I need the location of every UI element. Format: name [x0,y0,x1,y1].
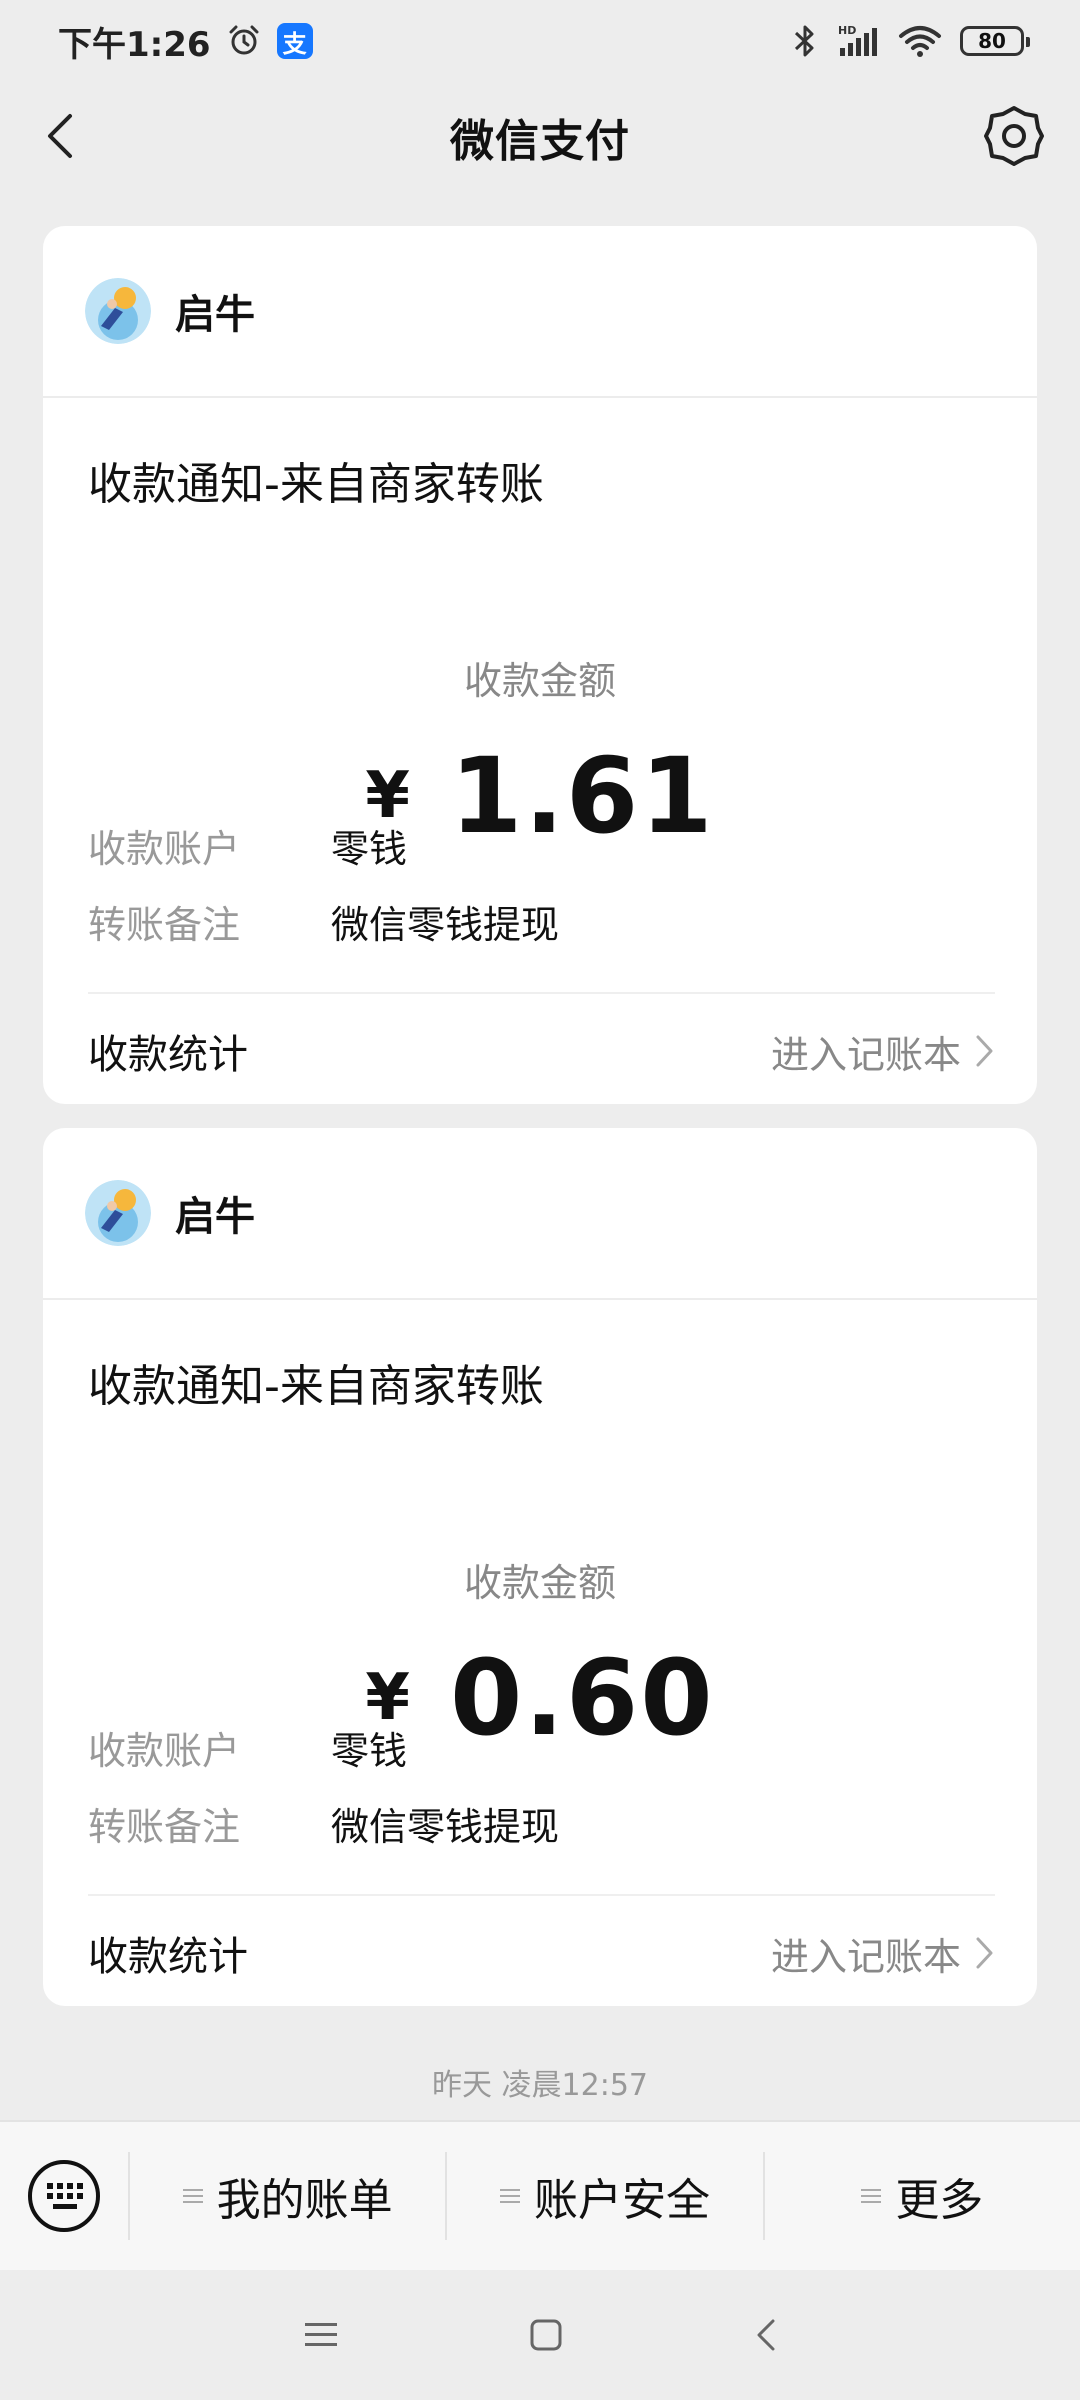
message-timestamp: 昨天 凌晨12:57 [432,2068,648,2103]
recents-icon[interactable] [303,2320,339,2350]
battery-icon: 80 [960,26,1030,56]
stats-row[interactable]: 收款统计 进入记账本 [88,996,995,1106]
remark-label: 转账备注 [88,903,241,947]
stats-row[interactable]: 收款统计 进入记账本 [88,1898,995,2008]
account-value: 零钱 [331,1729,408,1773]
svg-text:HD: HD [838,24,856,37]
account-value: 零钱 [331,827,408,871]
system-back-icon[interactable] [753,2317,777,2353]
account-label: 收款账户 [88,827,241,871]
account-label: 收款账户 [88,1729,241,1773]
ledger-link-label: 进入记账本 [770,1032,961,1077]
account-row: 收款账户 零钱 [88,818,407,873]
divider [88,1894,995,1896]
menu-lines-icon [499,2189,520,2203]
notice-title: 收款通知-来自商家转账 [88,1361,544,1412]
nav-bar: 微信支付 [0,82,1080,192]
stats-label: 收款统计 [88,1934,248,1980]
page-title: 微信支付 [450,116,630,167]
bluetooth-icon [794,25,814,57]
remark-row: 转账备注 微信零钱提现 [88,894,559,949]
alarm-icon [229,25,259,55]
notice-title: 收款通知-来自商家转账 [88,459,544,510]
menu-more-label: 更多 [895,2175,984,2226]
remark-value: 微信零钱提现 [331,1805,560,1849]
remark-label: 转账备注 [88,1805,241,1849]
chevron-right-icon [976,1937,993,1969]
ledger-link[interactable]: 进入记账本 [771,1926,995,1981]
sender-name: 启牛 [175,292,255,338]
back-icon[interactable] [32,106,92,166]
payment-notice-card: 启牛 收款通知-来自商家转账 收款金额 ¥ 0.60 收款账户 零钱 转账备注 … [43,1128,1037,2006]
system-navigation-bar [0,2270,1080,2400]
menu-my-bills-label: 我的账单 [216,2175,393,2226]
menu-lines-icon [182,2189,203,2203]
amount-label: 收款金额 [463,1561,616,1605]
bottom-menu: 我的账单 账户安全 更多 [0,2120,1080,2270]
ledger-link-label: 进入记账本 [770,1934,961,1979]
menu-more[interactable]: 更多 [765,2122,1080,2270]
status-right: HD 80 [792,24,1030,58]
status-left: 下午1:26 支 [58,17,313,66]
menu-lines-icon [861,2189,882,2203]
status-bar: 下午1:26 支 HD 80 [0,0,1080,82]
card-header[interactable]: 启牛 [43,1128,1037,1300]
account-row: 收款账户 零钱 [88,1720,407,1775]
gear-icon[interactable] [980,102,1048,170]
keyboard-icon [28,2160,100,2232]
menu-my-bills[interactable]: 我的账单 [130,2122,445,2270]
home-icon[interactable] [529,2318,563,2352]
sender-name: 启牛 [175,1194,255,1240]
remark-row: 转账备注 微信零钱提现 [88,1796,559,1851]
amount-value: 1.61 [449,735,715,857]
wifi-icon [899,26,941,57]
hd-signal-icon: HD [838,24,877,56]
merchant-avatar [85,1180,151,1246]
battery-level: 80 [978,29,1006,53]
card-header[interactable]: 启牛 [43,226,1037,398]
chevron-right-icon [976,1035,993,1067]
menu-account-security-label: 账户安全 [533,2175,710,2226]
keyboard-toggle-button[interactable] [0,2122,128,2270]
amount-label: 收款金额 [463,659,616,703]
amount-value: 0.60 [449,1637,715,1759]
divider [88,992,995,994]
alipay-icon: 支 [276,23,313,59]
remark-value: 微信零钱提现 [331,903,560,947]
payment-notice-card: 启牛 收款通知-来自商家转账 收款金额 ¥ 1.61 收款账户 零钱 转账备注 … [43,226,1037,1104]
status-time: 下午1:26 [58,24,211,65]
menu-account-security[interactable]: 账户安全 [447,2122,762,2270]
stats-label: 收款统计 [88,1032,248,1078]
merchant-avatar [85,278,151,344]
ledger-link[interactable]: 进入记账本 [771,1024,995,1079]
